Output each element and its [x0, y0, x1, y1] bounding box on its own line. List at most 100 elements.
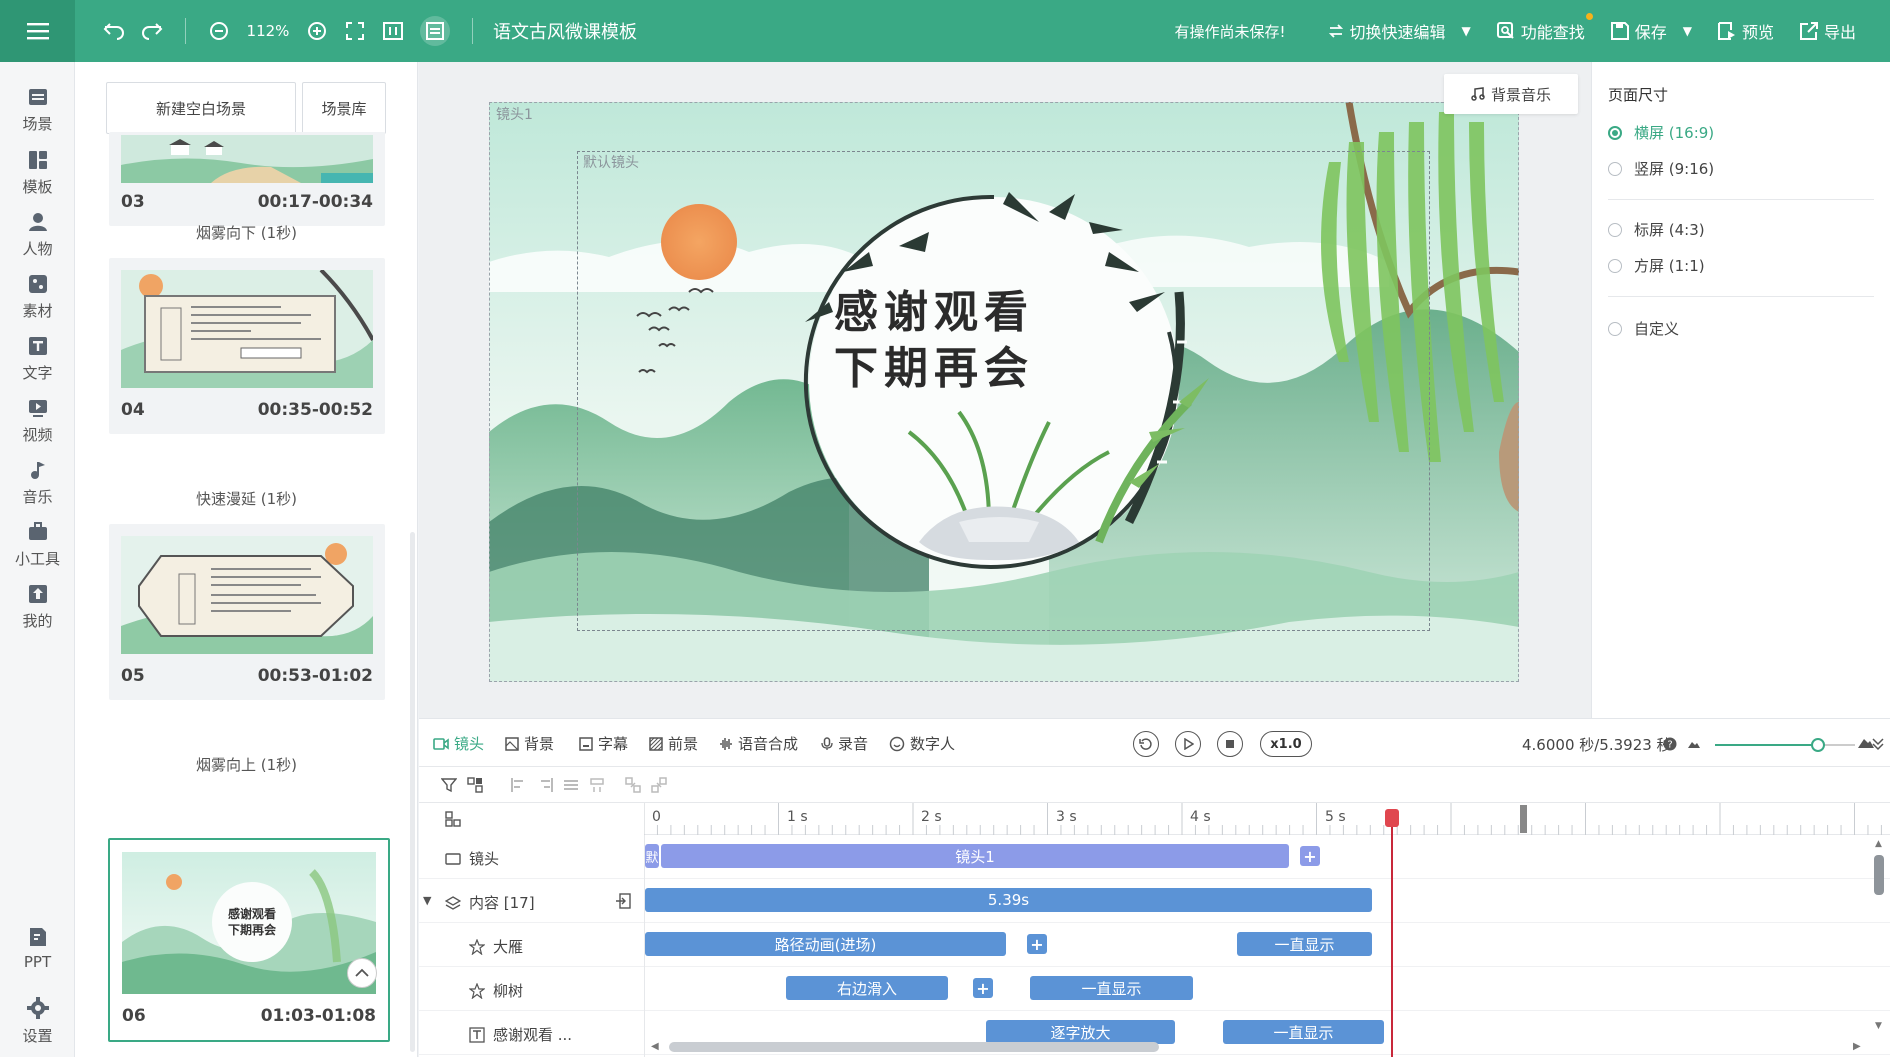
transition-label[interactable]: 烟雾向下 (1秒): [75, 222, 417, 243]
radio-custom[interactable]: 自定义: [1608, 318, 1679, 339]
radio-square-1-1[interactable]: 方屏 (1:1): [1608, 255, 1705, 276]
radio-standard-4-3[interactable]: 标屏 (4:3): [1608, 219, 1705, 240]
add-clip-button[interactable]: +: [973, 978, 993, 998]
rewind-button[interactable]: [1133, 731, 1159, 757]
playhead-handle[interactable]: [1385, 809, 1399, 827]
redo-button[interactable]: [141, 20, 163, 42]
transition-label[interactable]: 烟雾向上 (1秒): [75, 754, 417, 775]
tab-subtitle[interactable]: 字幕: [579, 733, 628, 754]
scene-scrollbar[interactable]: [410, 532, 415, 1052]
transition-label[interactable]: 快速漫延 (1秒): [75, 488, 417, 509]
playback-speed-button[interactable]: x1.0: [1260, 731, 1312, 757]
track-name[interactable]: 感谢观看 ...: [469, 1024, 572, 1045]
timeline-zoom-handle[interactable]: [1811, 738, 1825, 752]
exit-group-icon[interactable]: [615, 893, 631, 909]
undo-button[interactable]: [103, 20, 125, 42]
radio-button[interactable]: [1608, 125, 1622, 140]
align-right-icon[interactable]: [537, 777, 553, 793]
radio-button[interactable]: [1608, 258, 1622, 273]
track-name[interactable]: 内容 [17]: [445, 892, 535, 913]
nav-item-music[interactable]: 音乐: [0, 460, 75, 507]
clip-always-show[interactable]: 一直显示: [1030, 976, 1193, 1000]
tab-record[interactable]: 录音: [821, 733, 868, 754]
radio-landscape-16-9[interactable]: 横屏 (16:9): [1608, 122, 1714, 143]
group-icon[interactable]: [467, 777, 483, 793]
actual-size-button[interactable]: [382, 20, 404, 42]
clip-always-show[interactable]: 一直显示: [1237, 932, 1372, 956]
find-feature-button[interactable]: 功能查找: [1496, 13, 1593, 43]
radio-button[interactable]: [1608, 161, 1622, 176]
radio-button[interactable]: [1608, 321, 1622, 336]
export-button[interactable]: 导出: [1799, 19, 1856, 43]
nav-item-toolbox[interactable]: 小工具: [0, 522, 75, 569]
clip-always-show[interactable]: 一直显示: [1223, 1020, 1384, 1044]
auto-layout-button[interactable]: [420, 16, 450, 46]
scroll-up-icon[interactable]: ▲: [1875, 839, 1882, 849]
nav-item-material[interactable]: 素材: [0, 274, 75, 321]
zoom-out-button[interactable]: [208, 20, 230, 42]
new-blank-scene-button[interactable]: 新建空白场景: [106, 82, 296, 134]
time-ruler[interactable]: 0 1 s 2 s 3 s 4 s 5 s: [644, 803, 1890, 835]
fullscreen-button[interactable]: [344, 20, 366, 42]
background-music-button[interactable]: 背景音乐: [1444, 74, 1578, 114]
timeline-end-marker[interactable]: [1520, 805, 1527, 833]
tab-background[interactable]: 背景: [505, 733, 554, 754]
scene-card-06[interactable]: 感谢观看 下期再会 06 01:03-01:08: [108, 838, 390, 1042]
scene-library-button[interactable]: 场景库: [302, 82, 386, 134]
unlink-icon[interactable]: [651, 777, 667, 793]
chevron-down-icon[interactable]: ▼: [1683, 24, 1692, 38]
tab-shot[interactable]: 镜头: [433, 733, 484, 754]
document-title[interactable]: 语文古风微课模板: [493, 18, 637, 44]
track-name[interactable]: 大雁: [469, 936, 523, 957]
add-clip-button[interactable]: +: [1027, 934, 1047, 954]
scroll-top-button[interactable]: [347, 958, 377, 988]
chevron-down-icon[interactable]: ▼: [423, 894, 431, 907]
scene-card-05[interactable]: 05 00:53-01:02: [109, 524, 385, 700]
radio-button[interactable]: [1608, 222, 1622, 237]
nav-item-settings[interactable]: 设置: [0, 997, 75, 1046]
link-icon[interactable]: [625, 777, 641, 793]
zoom-in-button[interactable]: [306, 20, 328, 42]
clip-content-duration[interactable]: 5.39s: [645, 888, 1372, 912]
clip-slide-in-right[interactable]: 右边滑入: [786, 976, 948, 1000]
align-left-icon[interactable]: [511, 777, 527, 793]
stop-button[interactable]: [1217, 731, 1243, 757]
scene-card-03[interactable]: 03 00:17-00:34: [109, 132, 385, 226]
chevron-down-icon[interactable]: ▼: [1461, 24, 1470, 38]
scroll-down-icon[interactable]: ▼: [1875, 1021, 1882, 1031]
help-icon[interactable]: ?: [1663, 737, 1677, 751]
clip-path-animation[interactable]: 路径动画(进场): [645, 932, 1006, 956]
nav-item-video[interactable]: 视频: [0, 398, 75, 445]
add-clip-button[interactable]: +: [1300, 846, 1320, 866]
tab-tts[interactable]: 语音合成: [719, 733, 798, 754]
tab-foreground[interactable]: 前景: [649, 733, 698, 754]
tab-digital-human[interactable]: 数字人: [889, 733, 955, 754]
nav-item-text[interactable]: 文字: [0, 336, 75, 383]
equalize-icon[interactable]: [589, 777, 605, 793]
playhead[interactable]: [1391, 809, 1393, 1057]
scene-card-04[interactable]: 04 00:35-00:52: [109, 258, 385, 434]
distribute-icon[interactable]: [563, 777, 579, 793]
collapse-icon[interactable]: [1872, 737, 1884, 751]
radio-portrait-9-16[interactable]: 竖屏 (9:16): [1608, 158, 1714, 179]
menu-button[interactable]: [0, 0, 75, 62]
clip-shot-1[interactable]: 镜头1: [661, 844, 1289, 868]
nav-item-template[interactable]: 模板: [0, 150, 75, 197]
track-name[interactable]: 柳树: [469, 980, 523, 1001]
filter-icon[interactable]: [441, 777, 457, 793]
clip-zoom-per-char[interactable]: 逐字放大: [986, 1020, 1175, 1044]
default-shot-frame[interactable]: [577, 151, 1430, 631]
track-layout-icon[interactable]: [445, 811, 461, 827]
track-name[interactable]: 镜头: [445, 848, 499, 869]
timeline-zoom-slider[interactable]: [1715, 744, 1815, 746]
nav-item-person[interactable]: 人物: [0, 212, 75, 259]
zoom-out-timeline-icon[interactable]: [1687, 737, 1701, 749]
scroll-left-icon[interactable]: ◀: [651, 1041, 659, 1052]
clip-default-shot[interactable]: 默: [645, 844, 659, 868]
scroll-right-icon[interactable]: ▶: [1853, 1041, 1861, 1052]
nav-item-scene[interactable]: 场景: [0, 87, 75, 134]
horizontal-scrollbar[interactable]: [669, 1042, 1159, 1052]
play-button[interactable]: [1175, 731, 1201, 757]
preview-button[interactable]: 预览: [1717, 19, 1774, 43]
nav-item-ppt[interactable]: PPT: [0, 927, 75, 971]
